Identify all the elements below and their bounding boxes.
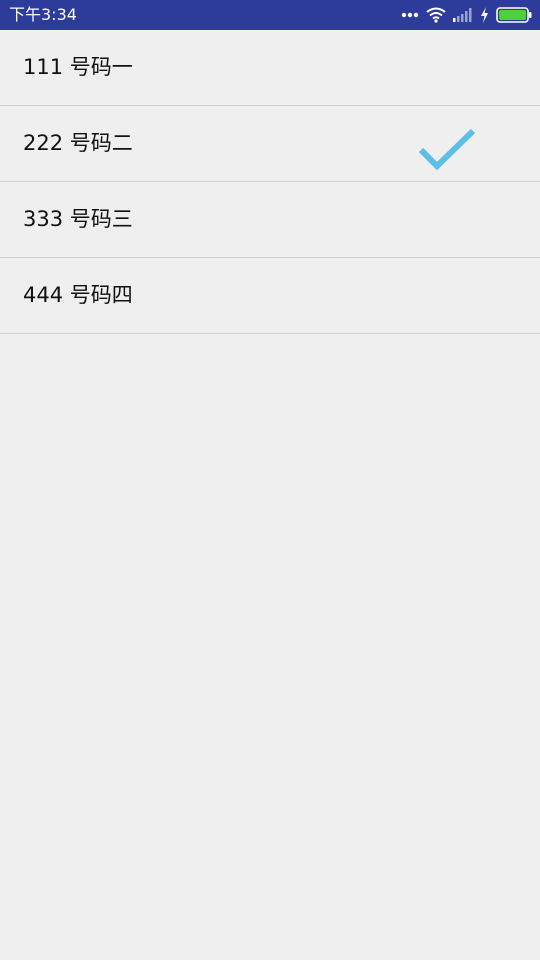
status-icons: [401, 0, 532, 30]
charging-icon: [480, 7, 489, 23]
more-dots-icon: [401, 12, 419, 18]
signal-icon: [453, 8, 473, 22]
list-item-label: 333 号码三: [23, 207, 133, 231]
list-item[interactable]: 333 号码三: [0, 182, 540, 258]
wifi-icon: [426, 7, 446, 23]
status-time: 下午3:34: [9, 5, 77, 24]
number-list: 111 号码一 222 号码二 333 号码三 444 号码四: [0, 30, 540, 334]
list-item-label: 444 号码四: [23, 283, 133, 307]
status-bar: 下午3:34: [0, 0, 540, 30]
list-item[interactable]: 444 号码四: [0, 258, 540, 334]
list-item-label: 111 号码一: [23, 55, 133, 79]
list-item-selected[interactable]: 222 号码二: [0, 106, 540, 182]
battery-icon: [496, 7, 532, 23]
checkmark-icon: [418, 126, 476, 172]
list-item[interactable]: 111 号码一: [0, 30, 540, 106]
list-item-label: 222 号码二: [23, 131, 133, 155]
